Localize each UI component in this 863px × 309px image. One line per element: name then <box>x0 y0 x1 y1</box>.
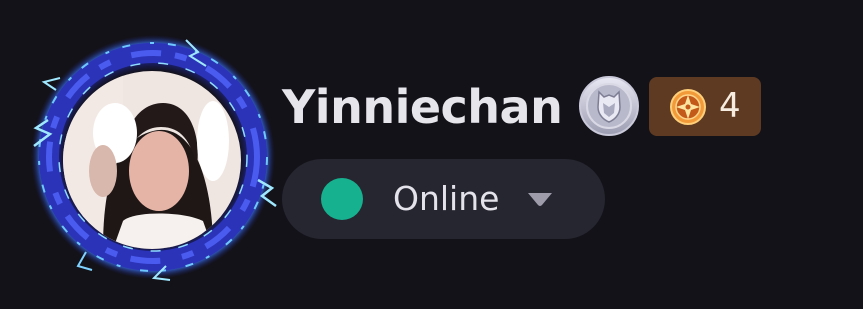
status-label: Online <box>393 179 500 218</box>
rank-badge[interactable] <box>578 75 640 137</box>
points-value: 4 <box>719 86 741 126</box>
chevron-down-icon <box>526 190 554 208</box>
avatar[interactable] <box>26 30 280 284</box>
avatar-photo <box>63 71 241 249</box>
profile-header: Yinniechan 4 Online <box>0 0 863 309</box>
status-dropdown[interactable]: Online <box>282 159 605 239</box>
status-indicator <box>321 178 363 220</box>
points-badge[interactable]: 4 <box>649 77 761 136</box>
compass-star-icon <box>669 88 707 126</box>
shield-badge-icon <box>579 76 639 136</box>
username: Yinniechan <box>282 80 563 134</box>
